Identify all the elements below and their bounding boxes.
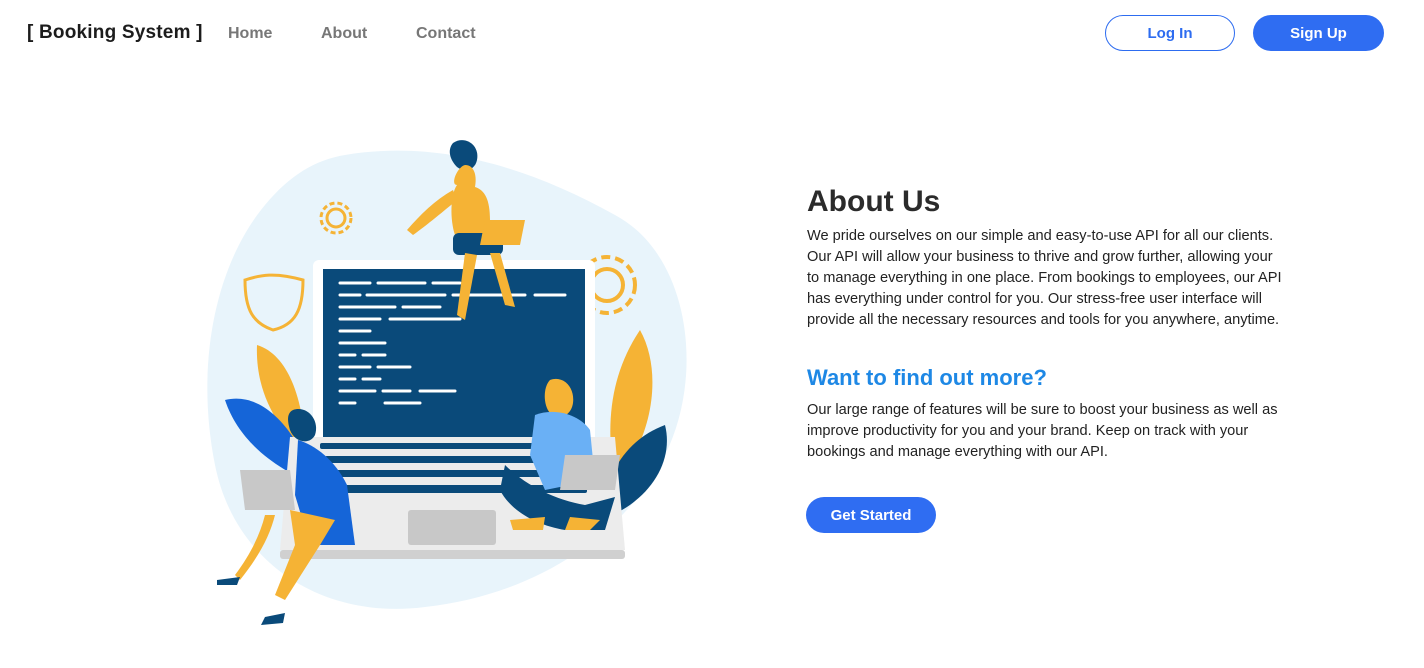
nav-link-about[interactable]: About: [321, 25, 367, 43]
features-paragraph: Our large range of features will be sure…: [807, 402, 1278, 460]
top-navbar: [ Booking System ] Home About Contact Lo…: [0, 0, 1424, 68]
about-paragraph: We pride ourselves on our simple and eas…: [807, 228, 1282, 328]
signup-button[interactable]: Sign Up: [1253, 15, 1384, 51]
laptop-trackpad: [408, 510, 496, 545]
hero-illustration: [195, 125, 705, 635]
nav-link-contact[interactable]: Contact: [416, 25, 476, 43]
get-started-button[interactable]: Get Started: [806, 497, 936, 533]
about-section: About Us We pride ourselves on our simpl…: [807, 185, 1287, 463]
brand-logo[interactable]: [ Booking System ]: [27, 22, 203, 44]
nav-link-home[interactable]: Home: [228, 25, 272, 43]
about-title: About Us: [807, 185, 941, 218]
login-button[interactable]: Log In: [1105, 15, 1235, 51]
find-out-more-heading: Want to find out more?: [807, 365, 1047, 390]
